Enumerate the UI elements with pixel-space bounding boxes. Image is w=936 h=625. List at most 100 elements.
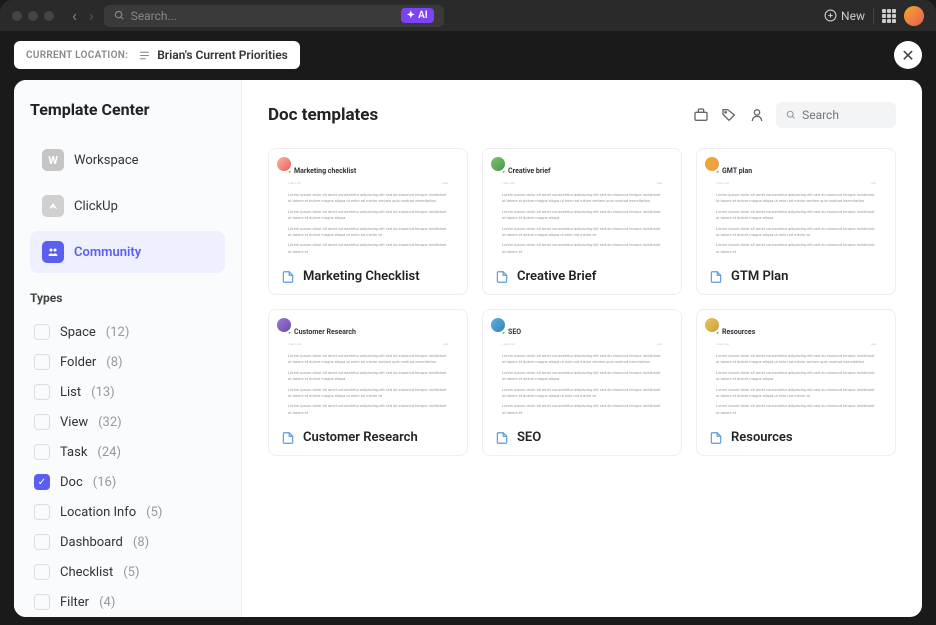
type-count: (24) — [97, 445, 121, 460]
template-card-resources[interactable]: Resources ▪ ▪▪▪▪ ▪ ▪▪▪▪▪▪▪▪▪ Lorem ipsum… — [696, 309, 896, 456]
type-label: View — [60, 415, 88, 430]
maximize-window[interactable] — [44, 11, 54, 21]
type-count: (32) — [98, 415, 122, 430]
templates-grid: Marketing checklist ▪ ▪▪▪▪ ▪ ▪▪▪▪▪▪▪▪▪ L… — [268, 148, 896, 456]
type-label: Dashboard — [60, 535, 123, 550]
checkbox[interactable] — [34, 444, 50, 460]
new-button[interactable]: New — [824, 9, 865, 23]
source-workspace[interactable]: W Workspace — [30, 139, 225, 181]
search-icon — [114, 10, 125, 21]
checkbox[interactable] — [34, 384, 50, 400]
source-label: Workspace — [74, 153, 139, 168]
type-count: (16) — [93, 475, 117, 490]
forward-button[interactable]: › — [87, 6, 96, 25]
checkbox[interactable] — [34, 354, 50, 370]
template-search-input[interactable] — [802, 108, 886, 122]
doc-icon — [709, 431, 723, 445]
type-label: Doc — [60, 475, 83, 490]
search-icon — [786, 109, 796, 121]
divider — [873, 8, 874, 24]
briefcase-icon[interactable] — [692, 106, 710, 124]
template-card-marketing-checklist[interactable]: Marketing checklist ▪ ▪▪▪▪ ▪ ▪▪▪▪▪▪▪▪▪ L… — [268, 148, 468, 295]
type-filter-folder[interactable]: Folder (8) — [30, 347, 225, 377]
type-filter-task[interactable]: Task (24) — [30, 437, 225, 467]
back-button[interactable]: ‹ — [70, 6, 79, 25]
tag-icon[interactable] — [720, 106, 738, 124]
card-footer: SEO — [483, 420, 681, 455]
checkbox[interactable] — [34, 534, 50, 550]
source-community[interactable]: Community — [30, 231, 225, 273]
card-preview: Customer Research ▪ ▪▪▪▪ ▪ ▪▪▪▪▪▪▪▪▪ Lor… — [269, 310, 467, 420]
card-footer: Marketing Checklist — [269, 259, 467, 294]
template-card-creative-brief[interactable]: Creative brief ▪ ▪▪▪▪ ▪ ▪▪▪▪▪▪▪▪▪ Lorem … — [482, 148, 682, 295]
person-icon[interactable] — [748, 106, 766, 124]
type-label: List — [60, 385, 81, 400]
card-preview: GMT plan ▪ ▪▪▪▪ ▪ ▪▪▪▪▪▪▪▪▪ Lorem ipsum … — [697, 149, 895, 259]
main-header: Doc templates — [268, 102, 896, 128]
window-controls — [12, 11, 54, 21]
doc-icon — [281, 431, 295, 445]
card-preview: Creative brief ▪ ▪▪▪▪ ▪ ▪▪▪▪▪▪▪▪▪ Lorem … — [483, 149, 681, 259]
card-preview: SEO ▪ ▪▪▪▪ ▪ ▪▪▪▪▪▪▪▪▪ Lorem ipsum dolor… — [483, 310, 681, 420]
template-card-seo[interactable]: SEO ▪ ▪▪▪▪ ▪ ▪▪▪▪▪▪▪▪▪ Lorem ipsum dolor… — [482, 309, 682, 456]
close-button[interactable]: ✕ — [894, 41, 922, 69]
card-title: Creative Brief — [517, 269, 596, 284]
user-avatar[interactable] — [904, 6, 924, 26]
type-filter-view[interactable]: View (32) — [30, 407, 225, 437]
type-label: Task — [60, 445, 87, 460]
type-filter-dashboard[interactable]: Dashboard (8) — [30, 527, 225, 557]
type-label: Space — [60, 325, 96, 340]
type-count: (5) — [123, 565, 139, 580]
search-placeholder: Search... — [131, 9, 395, 23]
close-window[interactable] — [12, 11, 22, 21]
ai-badge[interactable]: ✦ AI — [401, 8, 434, 23]
checkbox[interactable]: ✓ — [34, 474, 50, 490]
card-preview: Resources ▪ ▪▪▪▪ ▪ ▪▪▪▪▪▪▪▪▪ Lorem ipsum… — [697, 310, 895, 420]
card-footer: Customer Research — [269, 420, 467, 455]
type-filter-filter[interactable]: Filter (4) — [30, 587, 225, 617]
card-title: Marketing Checklist — [303, 269, 420, 284]
checkbox[interactable] — [34, 324, 50, 340]
type-label: Folder — [60, 355, 96, 370]
author-avatar — [275, 316, 293, 334]
global-search[interactable]: Search... ✦ AI — [104, 5, 444, 27]
apps-icon[interactable] — [882, 9, 896, 23]
type-label: Filter — [60, 595, 89, 610]
type-count: (8) — [133, 535, 149, 550]
sidebar-title: Template Center — [30, 100, 225, 119]
card-title: Resources — [731, 430, 793, 445]
type-count: (8) — [106, 355, 122, 370]
template-card-customer-research[interactable]: Customer Research ▪ ▪▪▪▪ ▪ ▪▪▪▪▪▪▪▪▪ Lor… — [268, 309, 468, 456]
checkbox[interactable] — [34, 504, 50, 520]
template-center-panel: Template Center W Workspace ClickUp Comm… — [14, 80, 922, 617]
sidebar: Template Center W Workspace ClickUp Comm… — [14, 80, 242, 617]
main-content: Doc templates Marketing checklist ▪ ▪▪▪▪… — [242, 80, 922, 617]
type-count: (13) — [91, 385, 115, 400]
type-count: (12) — [106, 325, 130, 340]
checkbox[interactable] — [34, 564, 50, 580]
source-clickup[interactable]: ClickUp — [30, 185, 225, 227]
location-chip[interactable]: CURRENT LOCATION: Brian's Current Priori… — [14, 41, 300, 69]
card-title: Customer Research — [303, 430, 418, 445]
type-label: Checklist — [60, 565, 113, 580]
type-filter-checklist[interactable]: Checklist (5) — [30, 557, 225, 587]
checkbox[interactable] — [34, 414, 50, 430]
type-filter-list[interactable]: List (13) — [30, 377, 225, 407]
type-count: (5) — [146, 505, 162, 520]
checkbox[interactable] — [34, 594, 50, 610]
doc-icon — [495, 270, 509, 284]
types-header: Types — [30, 291, 225, 305]
page-title: Doc templates — [268, 105, 682, 125]
author-avatar — [703, 155, 721, 173]
type-filter-doc[interactable]: ✓ Doc (16) — [30, 467, 225, 497]
location-value: Brian's Current Priorities — [138, 48, 288, 62]
workspace-icon: W — [42, 149, 64, 171]
type-filter-space[interactable]: Space (12) — [30, 317, 225, 347]
minimize-window[interactable] — [28, 11, 38, 21]
card-title: GTM Plan — [731, 269, 788, 284]
list-icon — [138, 49, 151, 62]
template-card-gtm-plan[interactable]: GMT plan ▪ ▪▪▪▪ ▪ ▪▪▪▪▪▪▪▪▪ Lorem ipsum … — [696, 148, 896, 295]
type-filter-location-info[interactable]: Location Info (5) — [30, 497, 225, 527]
template-search[interactable] — [776, 102, 896, 128]
location-bar: CURRENT LOCATION: Brian's Current Priori… — [0, 31, 936, 79]
